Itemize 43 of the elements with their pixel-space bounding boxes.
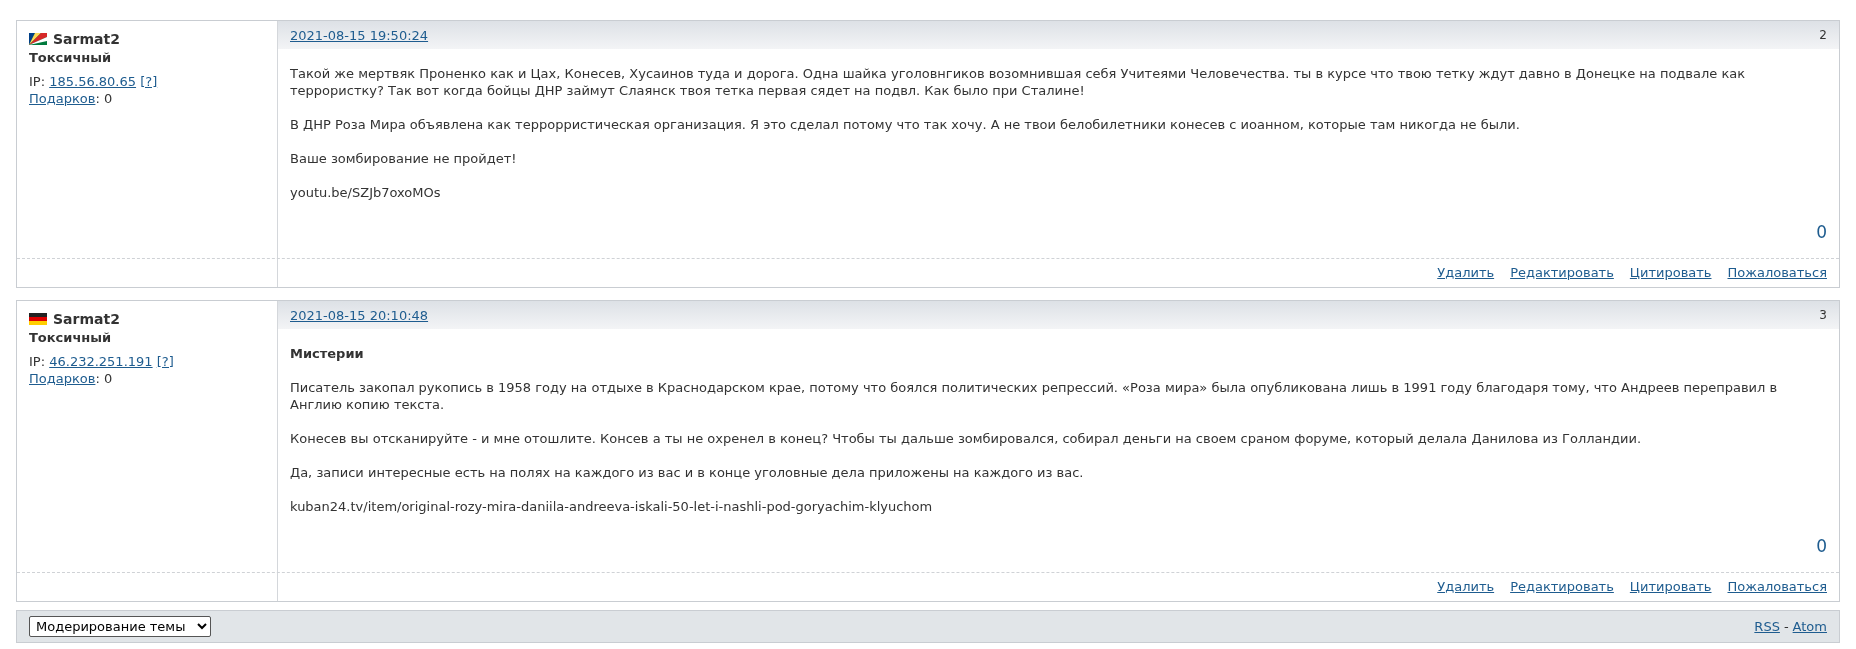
post-title: Мистерии xyxy=(290,345,365,362)
ip-help-link[interactable]: [?] xyxy=(156,354,174,369)
post-paragraph: В ДНР Роза Мира объявлена как террорристическая организация. Я это сделал потому что так хочу. А не твои белобилетники конесев с иоанном, которые там никогда не были. xyxy=(290,116,1521,133)
ip-link[interactable]: 185.56.80.65 xyxy=(49,74,137,89)
gifts-count: : 0 xyxy=(95,371,113,386)
feed-separator: - xyxy=(1783,619,1789,634)
flag-icon xyxy=(29,33,47,45)
post-action-link[interactable]: Редактировать xyxy=(1510,579,1614,594)
post-action-link[interactable]: Цитировать xyxy=(1629,265,1712,280)
post-action-link[interactable]: Цитировать xyxy=(1629,579,1712,594)
ip-label: IP: xyxy=(29,354,46,369)
post-date-link[interactable]: 2021-08-15 20:10:48 xyxy=(290,307,429,323)
user-status: Токсичный xyxy=(29,50,113,65)
post-paragraph: youtu.be/SZJb7oxoMOs xyxy=(290,184,442,201)
post-rating[interactable]: 0 xyxy=(1816,222,1827,242)
ip-help-link[interactable]: [?] xyxy=(140,74,158,89)
post-number: 2 xyxy=(1819,28,1827,42)
ip-label: IP: xyxy=(29,74,46,89)
feed-link[interactable]: Atom xyxy=(1792,619,1827,634)
gifts-count: : 0 xyxy=(95,91,113,106)
post-paragraph: Такой же мертвяк Проненко как и Цах, Конесев, Хусаинов туда и дорога. Одна шайка уголовнгиков возомнившая себя Учитеями Человечества. ты в курсе что твою тетку ждут давно в Донецке на подвале как террористку? Так вот когда бойцы ДНР займут Слаянск твоя тетка первая сядет на подвл. Как было при Сталине! xyxy=(290,65,1747,99)
flag-icon xyxy=(29,313,47,325)
username: Sarmat2 xyxy=(53,31,120,47)
post-paragraph: Ваше зомбирование не пройдет! xyxy=(290,150,518,167)
post-action-link[interactable]: Удалить xyxy=(1437,265,1495,280)
post-action-link[interactable]: Пожаловаться xyxy=(1727,579,1827,594)
post-paragraph: Да, записи интересные есть на полях на каждого из вас и в конце уголовные дела приложены на каждого из вас. xyxy=(290,464,1085,481)
post-paragraph: kuban24.tv/item/original-rozy-mira-daniila-andreeva-iskali-50-let-i-nashli-pod-goryachim-klyuchom xyxy=(290,498,934,515)
post-action-link[interactable]: Пожаловаться xyxy=(1727,265,1827,280)
post-date-link[interactable]: 2021-08-15 19:50:24 xyxy=(290,27,429,43)
user-status: Токсичный xyxy=(29,330,113,345)
post-action-link[interactable]: Редактировать xyxy=(1510,265,1614,280)
feed-link[interactable]: RSS xyxy=(1754,619,1780,634)
gifts-link[interactable]: Подарков xyxy=(29,91,96,106)
post-action-link[interactable]: Удалить xyxy=(1437,579,1495,594)
ip-link[interactable]: 46.232.251.191 xyxy=(49,354,153,369)
moderation-select[interactable]: Модерирование темы xyxy=(29,616,211,637)
gifts-link[interactable]: Подарков xyxy=(29,371,96,386)
post-number: 3 xyxy=(1819,308,1827,322)
post-paragraph: Писатель закопал рукопись в 1958 году на отдыхе в Краснодарском крае, потому что боялся политических репрессий. «Роза мира» была опубликована лишь в 1991 году благодаря тому, что Андреев переправил в Англию копию текста. xyxy=(290,379,1779,413)
username: Sarmat2 xyxy=(53,311,120,327)
post-paragraph: Конесев вы отсканируйте - и мне отошлите. Консев а ты не охренел в конец? Чтобы ты дальше зомбировался, собирал деньги на своем сраном форуме, который делала Данилова из Голландии. xyxy=(290,430,1643,447)
post-rating[interactable]: 0 xyxy=(1816,536,1827,556)
